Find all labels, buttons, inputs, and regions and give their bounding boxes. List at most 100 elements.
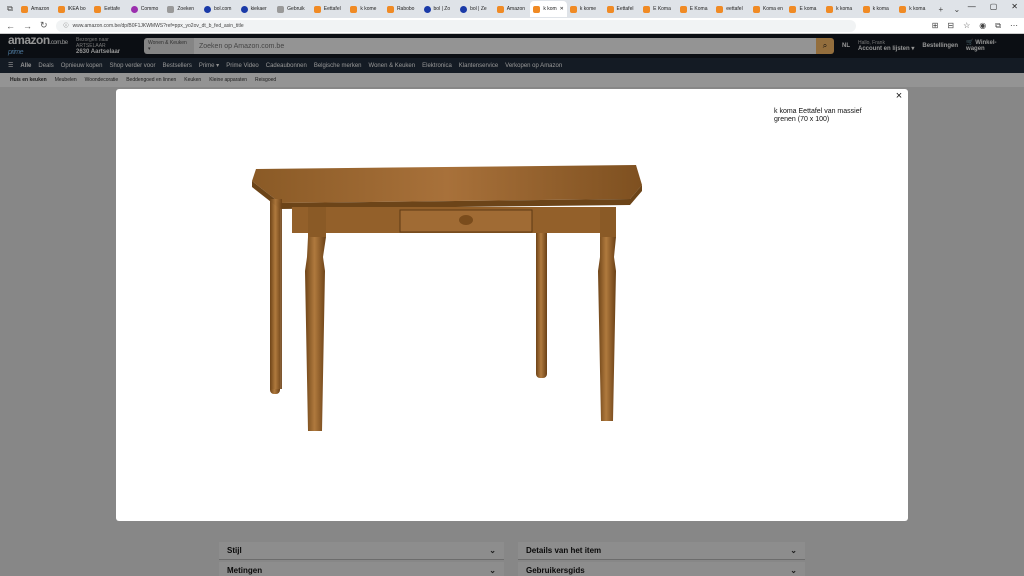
browser-tab[interactable]: Rabobo — [384, 1, 421, 17]
close-window-button[interactable]: ✕ — [1011, 2, 1018, 11]
browser-tab[interactable]: k koma — [860, 1, 897, 17]
browser-tab[interactable]: Gebruik — [274, 1, 311, 17]
tab-favicon-icon — [533, 5, 541, 13]
product-title: k koma Eettafel van massief grenen (70 x… — [774, 108, 862, 123]
tab-label: k kom — [543, 6, 557, 12]
site-info-icon[interactable]: ⓘ — [64, 22, 69, 29]
profile-icon[interactable]: ◉ — [979, 21, 986, 31]
browser-tab[interactable]: Koma en — [750, 1, 787, 17]
tab-favicon-icon — [423, 5, 431, 13]
tab-label: k koma — [836, 6, 853, 12]
browser-tab[interactable]: Commo — [128, 1, 165, 17]
tab-label: IKEA bo — [67, 6, 86, 12]
browser-tab[interactable]: E Koma — [640, 1, 677, 17]
split-screen-icon[interactable]: ⊟ — [947, 21, 954, 31]
browser-tab[interactable]: eettafel — [713, 1, 750, 17]
tab-favicon-icon — [899, 5, 907, 13]
new-tab-icon[interactable]: + — [933, 5, 949, 14]
forward-arrow-icon[interactable]: → — [23, 21, 32, 31]
browser-tab[interactable]: E koma — [786, 1, 823, 17]
browser-tab-strip: ⧉ Amazon IKEA bo Eettafe Commo Zoeken bol.com… — [0, 0, 1024, 18]
tab-label: Koma en — [762, 6, 783, 12]
browser-tab[interactable]: k koma — [823, 1, 860, 17]
tab-favicon-icon — [130, 5, 138, 13]
tab-label: Eettafel — [323, 6, 341, 12]
tab-favicon-icon — [167, 5, 175, 13]
browser-tab[interactable]: Zoeken — [164, 1, 201, 17]
browser-tab[interactable]: Eettafe — [91, 1, 128, 17]
tab-label: Amazon — [31, 6, 50, 12]
browser-tab[interactable]: Eettafel — [604, 1, 641, 17]
reload-icon[interactable]: ↻ — [40, 20, 48, 31]
tab-label: E koma — [799, 6, 817, 12]
tab-label: k koma — [872, 6, 889, 12]
browser-tab[interactable]: kiekaer — [238, 1, 275, 17]
tab-favicon-icon — [460, 5, 468, 13]
browser-tab[interactable]: Amazon — [494, 1, 531, 17]
browser-tab[interactable]: k kome — [567, 1, 604, 17]
extensions-icon[interactable]: ⧉ — [995, 21, 1001, 31]
image-lightbox: × k koma Eettafel van massief grenen (70… — [116, 89, 908, 521]
minimize-button[interactable]: — — [968, 2, 976, 11]
tab-favicon-icon — [789, 5, 797, 13]
browser-tab[interactable]: bol | Zo — [421, 1, 458, 17]
product-image-table — [252, 165, 642, 431]
url-text: www.amazon.com.be/dp/B0F1JKWMWS?ref=ppx_… — [72, 22, 244, 29]
browser-tab[interactable]: k koma — [896, 1, 933, 17]
tab-favicon-icon — [826, 5, 834, 13]
tab-label: bol.com — [213, 6, 232, 12]
tab-search-chevron-icon[interactable]: ⌄ — [949, 5, 965, 14]
browser-tab[interactable]: E Koma — [677, 1, 714, 17]
browser-tab[interactable]: bol | Ze — [457, 1, 494, 17]
url-field[interactable]: ⓘ www.amazon.com.be/dp/B0F1JKWMWS?ref=pp… — [55, 19, 856, 32]
tab-label: kiekaer — [250, 6, 267, 12]
tab-label: bol | Zo — [433, 6, 451, 12]
browser-tab[interactable]: bol.com — [201, 1, 238, 17]
tab-label: Amazon — [506, 6, 526, 12]
window-controls: — ▢ ✕ — [968, 2, 1018, 11]
maximize-button[interactable]: ▢ — [990, 2, 998, 11]
browser-tab[interactable]: IKEA bo — [55, 1, 92, 17]
tab-label: E Koma — [653, 6, 671, 12]
tab-label: k koma — [909, 6, 926, 12]
tab-close-icon[interactable]: ✕ — [560, 6, 564, 12]
back-arrow-icon[interactable]: ← — [6, 21, 15, 31]
tab-favicon-icon — [240, 5, 248, 13]
tab-label: k kome — [360, 6, 377, 12]
close-icon[interactable]: × — [893, 90, 905, 102]
tab-favicon-icon — [350, 5, 358, 13]
browser-tab[interactable]: k kom ✕ — [530, 1, 567, 17]
tab-label: Eettafel — [616, 6, 634, 12]
tab-label: Commo — [140, 6, 159, 12]
browser-tab[interactable]: Eettafel — [311, 1, 348, 17]
tab-actions-icon[interactable]: ⧉ — [2, 4, 18, 14]
tab-favicon-icon — [313, 5, 321, 13]
tab-label: eettafel — [726, 6, 743, 12]
tab-label: Zoeken — [177, 6, 195, 12]
tab-label: E Koma — [689, 6, 708, 12]
tab-favicon-icon — [57, 5, 65, 13]
tab-favicon-icon — [643, 5, 651, 13]
tab-label: Gebruik — [287, 6, 305, 12]
tab-favicon-icon — [203, 5, 211, 13]
browser-tab[interactable]: k kome — [347, 1, 384, 17]
browser-tab[interactable]: Amazon — [18, 1, 55, 17]
address-bar: ← → ↻ ⓘ www.amazon.com.be/dp/B0F1JKWMWS?… — [0, 18, 1024, 34]
tab-favicon-icon — [862, 5, 870, 13]
tab-favicon-icon — [277, 5, 285, 13]
tab-favicon-icon — [569, 5, 577, 13]
tab-favicon-icon — [386, 5, 394, 13]
menu-dots-icon[interactable]: ⋯ — [1010, 21, 1018, 31]
tab-favicon-icon — [94, 5, 102, 13]
address-bar-actions: ⊞ ⊟ ☆ ◉ ⧉ ⋯ — [932, 21, 1018, 31]
tab-favicon-icon — [606, 5, 614, 13]
tab-label: Eettafe — [104, 6, 121, 12]
tab-favicon-icon — [679, 5, 687, 13]
tab-favicon-icon — [716, 5, 724, 13]
tab-list: Amazon IKEA bo Eettafe Commo Zoeken bol.com ki… — [18, 1, 933, 17]
read-aloud-icon[interactable]: ⊞ — [932, 21, 939, 31]
favorite-star-icon[interactable]: ☆ — [963, 21, 970, 31]
tab-favicon-icon — [752, 5, 760, 13]
tab-label: Rabobo — [396, 6, 415, 12]
tab-label: k kome — [579, 6, 597, 12]
